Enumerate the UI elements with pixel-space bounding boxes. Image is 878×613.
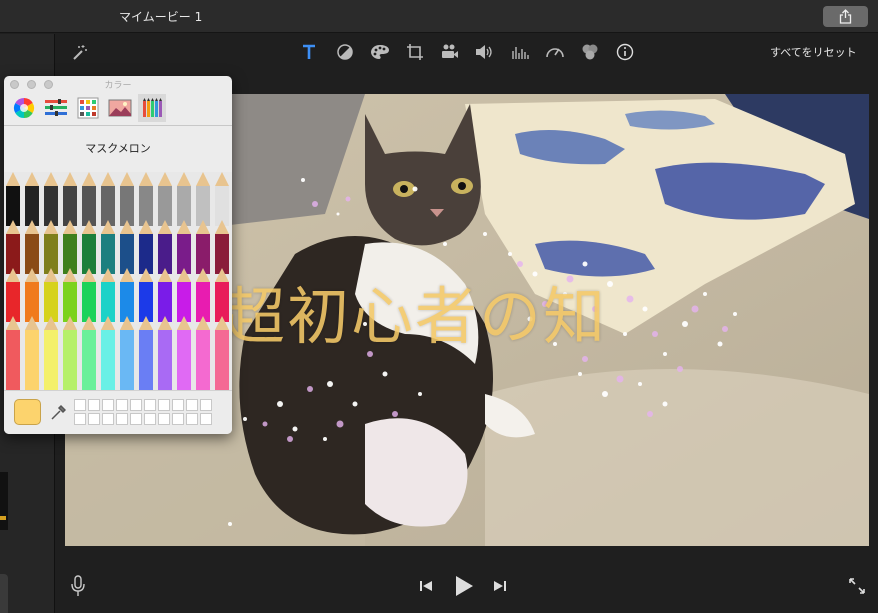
- color-well[interactable]: [116, 413, 128, 425]
- skip-back-button[interactable]: [417, 574, 435, 598]
- voiceover-button[interactable]: [68, 574, 88, 598]
- filter-circles-icon: [582, 44, 598, 60]
- pencil-row-1: [6, 172, 229, 226]
- video-camera-icon: [442, 44, 458, 58]
- adjustment-toolbar: すべてをリセット: [56, 34, 878, 70]
- skip-back-icon: [420, 581, 432, 591]
- color-well[interactable]: [88, 399, 100, 411]
- color-palettes-icon: [77, 97, 99, 119]
- panel-title: カラー: [104, 81, 132, 91]
- magic-wand-button[interactable]: [68, 40, 92, 64]
- color-well[interactable]: [158, 413, 170, 425]
- eyedropper-button[interactable]: [50, 403, 67, 425]
- palette-icon: [371, 45, 389, 59]
- tab-pencils[interactable]: [138, 94, 166, 122]
- color-sliders-icon: [45, 99, 67, 116]
- titles-button[interactable]: [297, 40, 321, 64]
- color-well[interactable]: [144, 399, 156, 411]
- color-wheel-icon: [13, 97, 35, 119]
- color-well[interactable]: [130, 413, 142, 425]
- custom-color-wells: [74, 399, 212, 425]
- panel-footer: [4, 390, 232, 434]
- pencils-icon: [143, 98, 162, 117]
- color-well[interactable]: [186, 413, 198, 425]
- crop-icon: [407, 44, 423, 60]
- color-well[interactable]: [186, 399, 198, 411]
- volume-button[interactable]: [472, 40, 496, 64]
- play-icon: [456, 576, 473, 596]
- speedometer-icon: [546, 48, 564, 58]
- text-t-icon: [303, 44, 315, 59]
- color-well[interactable]: [158, 399, 170, 411]
- current-color-swatch[interactable]: [14, 399, 41, 425]
- tab-color-sliders[interactable]: [42, 94, 70, 122]
- color-picker-panel: カラー マスクメロン: [4, 76, 232, 434]
- tab-color-palettes[interactable]: [74, 94, 102, 122]
- speaker-icon: [476, 45, 492, 59]
- color-well[interactable]: [200, 413, 212, 425]
- crop-button[interactable]: [403, 40, 427, 64]
- imovie-window: マイムービー 1 すべてをリセット 超初心者の知 カラー マスクメロン: [0, 0, 878, 613]
- share-icon: [839, 9, 852, 24]
- color-correction-button[interactable]: [368, 40, 392, 64]
- play-button[interactable]: [452, 574, 476, 598]
- pencil-row-4: [6, 316, 229, 390]
- color-well[interactable]: [144, 413, 156, 425]
- stabilization-button[interactable]: [438, 40, 462, 64]
- title-bar: マイムービー 1: [0, 0, 878, 33]
- clip-filter-button[interactable]: [578, 40, 602, 64]
- share-button[interactable]: [823, 6, 868, 27]
- pencil-grid[interactable]: [4, 172, 232, 390]
- title-text-overlay[interactable]: 超初心者の知: [223, 266, 607, 356]
- skip-forward-icon: [494, 581, 506, 591]
- expand-arrows-icon: [849, 578, 865, 594]
- clip-info-button[interactable]: [613, 40, 637, 64]
- color-well[interactable]: [74, 413, 86, 425]
- color-well[interactable]: [200, 399, 212, 411]
- color-mode-tabs: [4, 92, 232, 126]
- color-well[interactable]: [172, 413, 184, 425]
- color-well[interactable]: [116, 399, 128, 411]
- selected-color-name: マスクメロン: [85, 142, 151, 155]
- color-well[interactable]: [172, 399, 184, 411]
- reset-all-button[interactable]: すべてをリセット: [770, 44, 857, 60]
- tab-image-palettes[interactable]: [106, 94, 134, 122]
- color-balance-icon: [337, 44, 353, 60]
- color-well[interactable]: [102, 399, 114, 411]
- color-well[interactable]: [102, 413, 114, 425]
- equalizer-icon: [512, 47, 529, 59]
- pencil-row-2: [6, 220, 229, 274]
- eyedropper-icon: [51, 404, 67, 420]
- pencil-row-3: [6, 268, 229, 322]
- info-icon: [616, 43, 634, 61]
- speed-button[interactable]: [543, 40, 567, 64]
- skip-forward-button[interactable]: [491, 574, 509, 598]
- color-well[interactable]: [88, 413, 100, 425]
- fullscreen-button[interactable]: [846, 574, 868, 598]
- microphone-icon: [71, 575, 85, 596]
- color-well[interactable]: [130, 399, 142, 411]
- tab-color-wheel[interactable]: [10, 94, 38, 122]
- clip-thumbnail[interactable]: [0, 472, 8, 530]
- color-balance-button[interactable]: [333, 40, 357, 64]
- image-palettes-icon: [108, 99, 132, 117]
- window-title: マイムービー 1: [119, 10, 203, 24]
- sidebar-panel: [0, 574, 8, 613]
- magic-wand-icon: [73, 45, 87, 60]
- noise-reduction-button[interactable]: [508, 40, 532, 64]
- color-well[interactable]: [74, 399, 86, 411]
- panel-title-bar: カラー: [4, 76, 232, 92]
